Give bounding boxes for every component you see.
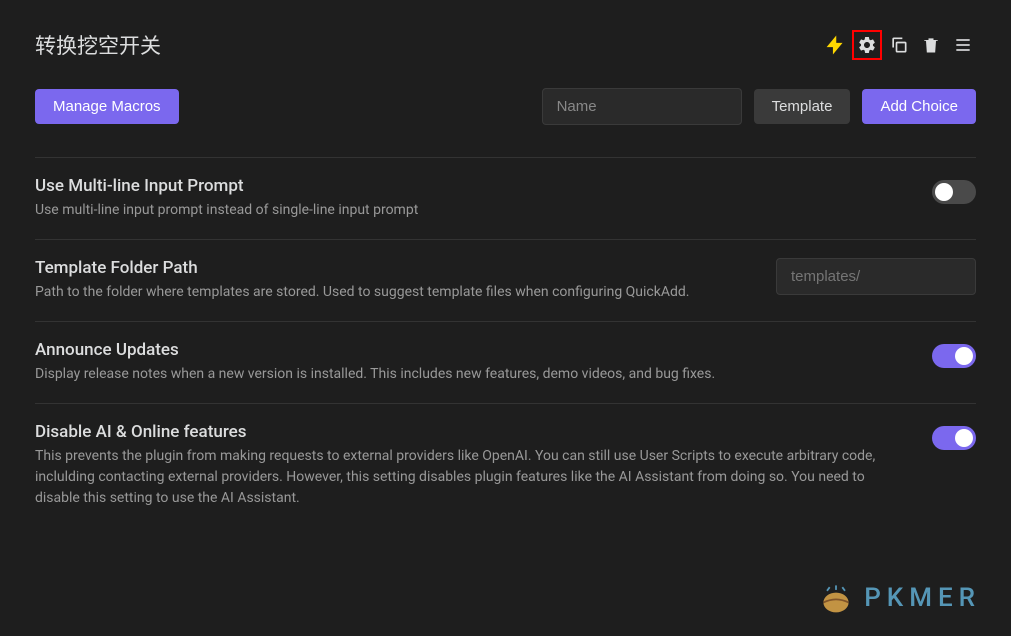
add-choice-button[interactable]: Add Choice bbox=[862, 89, 976, 124]
setting-announce-updates: Announce Updates Display release notes w… bbox=[35, 321, 976, 403]
trash-icon[interactable] bbox=[918, 32, 944, 58]
setting-desc: Display release notes when a new version… bbox=[35, 364, 912, 385]
setting-title: Disable AI & Online features bbox=[35, 422, 912, 442]
pkmer-logo-icon bbox=[818, 580, 854, 616]
action-row: Manage Macros Template Add Choice bbox=[35, 88, 976, 125]
setting-title: Template Folder Path bbox=[35, 258, 756, 278]
disable-ai-toggle[interactable] bbox=[932, 426, 976, 450]
setting-multiline: Use Multi-line Input Prompt Use multi-li… bbox=[35, 157, 976, 239]
setting-title: Use Multi-line Input Prompt bbox=[35, 176, 912, 196]
setting-desc: This prevents the plugin from making req… bbox=[35, 446, 912, 509]
template-folder-input[interactable] bbox=[776, 258, 976, 295]
name-input[interactable] bbox=[542, 88, 742, 125]
announce-updates-toggle[interactable] bbox=[932, 344, 976, 368]
watermark: PKMER bbox=[818, 580, 981, 616]
setting-disable-ai: Disable AI & Online features This preven… bbox=[35, 403, 976, 527]
multiline-toggle[interactable] bbox=[932, 180, 976, 204]
setting-desc: Path to the folder where templates are s… bbox=[35, 282, 756, 303]
gear-icon[interactable] bbox=[854, 32, 880, 58]
menu-icon[interactable] bbox=[950, 32, 976, 58]
page-title: 转换挖空开关 bbox=[35, 30, 161, 60]
manage-macros-button[interactable]: Manage Macros bbox=[35, 89, 179, 124]
watermark-text: PKMER bbox=[864, 583, 981, 613]
template-button[interactable]: Template bbox=[754, 89, 851, 124]
setting-template-folder: Template Folder Path Path to the folder … bbox=[35, 239, 976, 321]
copy-icon[interactable] bbox=[886, 32, 912, 58]
setting-desc: Use multi-line input prompt instead of s… bbox=[35, 200, 912, 221]
setting-title: Announce Updates bbox=[35, 340, 912, 360]
bolt-icon[interactable] bbox=[822, 32, 848, 58]
header-icons bbox=[822, 32, 976, 58]
